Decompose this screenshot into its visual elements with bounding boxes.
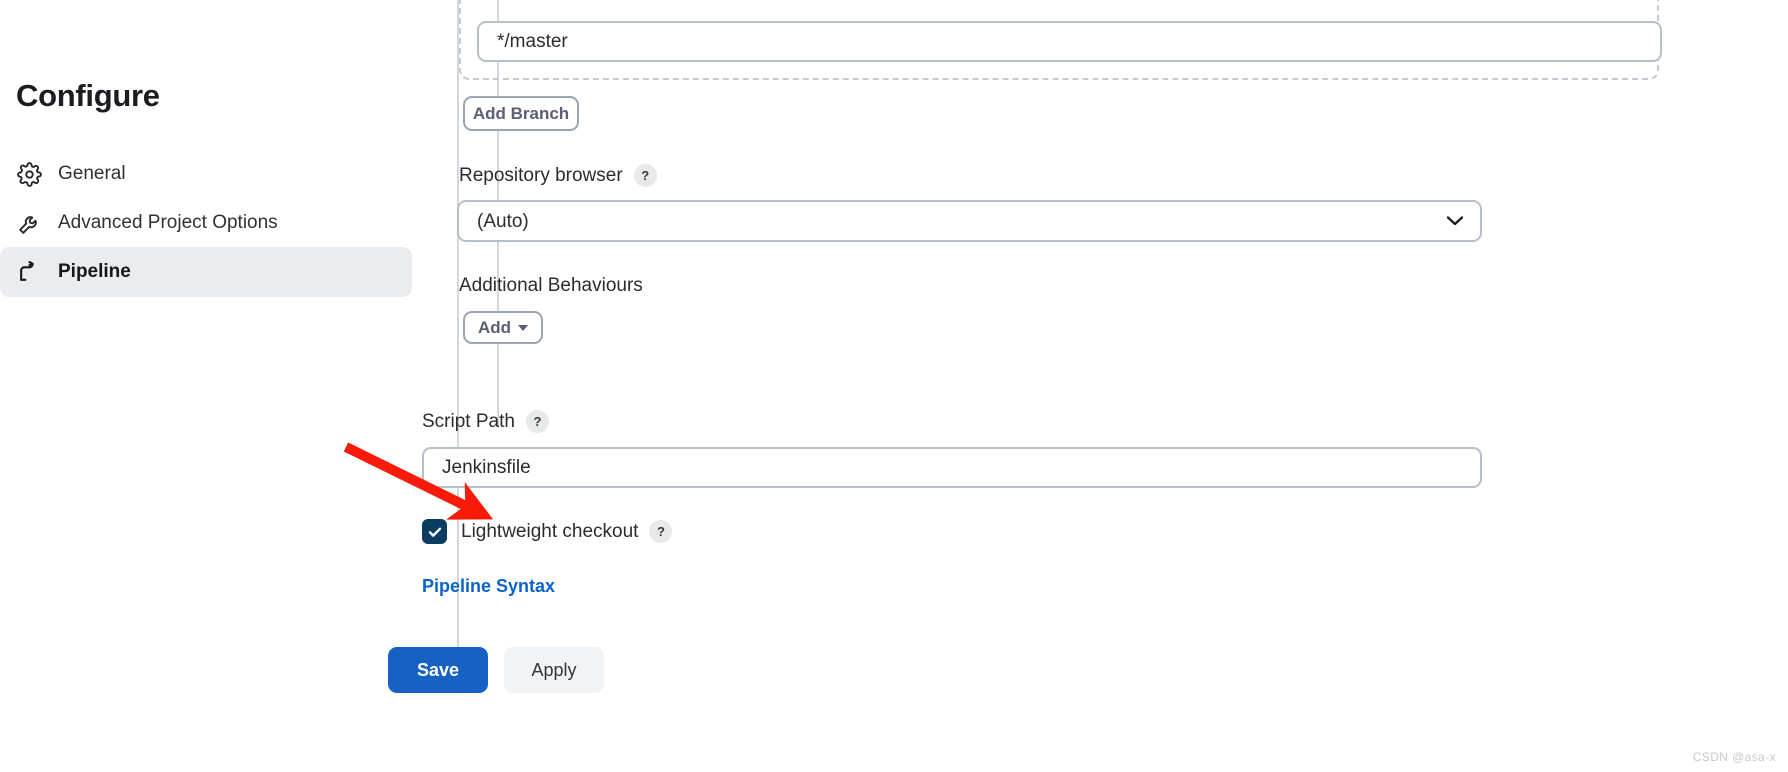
save-button[interactable]: Save bbox=[388, 647, 488, 693]
script-path-label: Script Path ? bbox=[422, 410, 549, 433]
repository-browser-select[interactable]: (Auto) bbox=[457, 200, 1482, 242]
branch-specifier-input[interactable] bbox=[477, 21, 1662, 62]
repository-browser-help-icon[interactable]: ? bbox=[633, 164, 657, 187]
pipeline-config-form: Branch Specifier (blank for 'any') Add B… bbox=[0, 0, 1788, 772]
add-behaviour-button[interactable]: Add bbox=[463, 311, 543, 344]
additional-behaviours-label-text: Additional Behaviours bbox=[459, 275, 643, 296]
apply-button[interactable]: Apply bbox=[504, 647, 604, 693]
add-behaviour-button-label: Add bbox=[477, 317, 512, 337]
watermark: CSDN @asa-x bbox=[1692, 750, 1776, 764]
repository-browser-label-text: Repository browser bbox=[459, 164, 623, 186]
additional-behaviours-label: Additional Behaviours bbox=[459, 275, 643, 297]
configure-page: Configure General Advanced Project Optio… bbox=[0, 0, 1788, 772]
lightweight-checkout-checkbox[interactable] bbox=[422, 519, 447, 544]
lightweight-checkout-label-text: Lightweight checkout bbox=[461, 520, 639, 542]
script-path-help-icon[interactable]: ? bbox=[525, 410, 549, 433]
script-path-label-text: Script Path bbox=[422, 410, 515, 432]
script-path-input[interactable] bbox=[422, 447, 1482, 488]
lightweight-checkout-help-icon[interactable]: ? bbox=[649, 520, 673, 543]
pipeline-syntax-link[interactable]: Pipeline Syntax bbox=[422, 576, 555, 597]
repository-browser-select-wrapper: (Auto) bbox=[457, 200, 1482, 242]
lightweight-checkout-label: Lightweight checkout ? bbox=[461, 520, 673, 543]
lightweight-checkout-row: Lightweight checkout ? bbox=[422, 519, 673, 544]
repository-browser-label: Repository browser ? bbox=[459, 164, 657, 187]
caret-down-icon bbox=[518, 324, 529, 331]
add-branch-button[interactable]: Add Branch bbox=[463, 96, 579, 131]
